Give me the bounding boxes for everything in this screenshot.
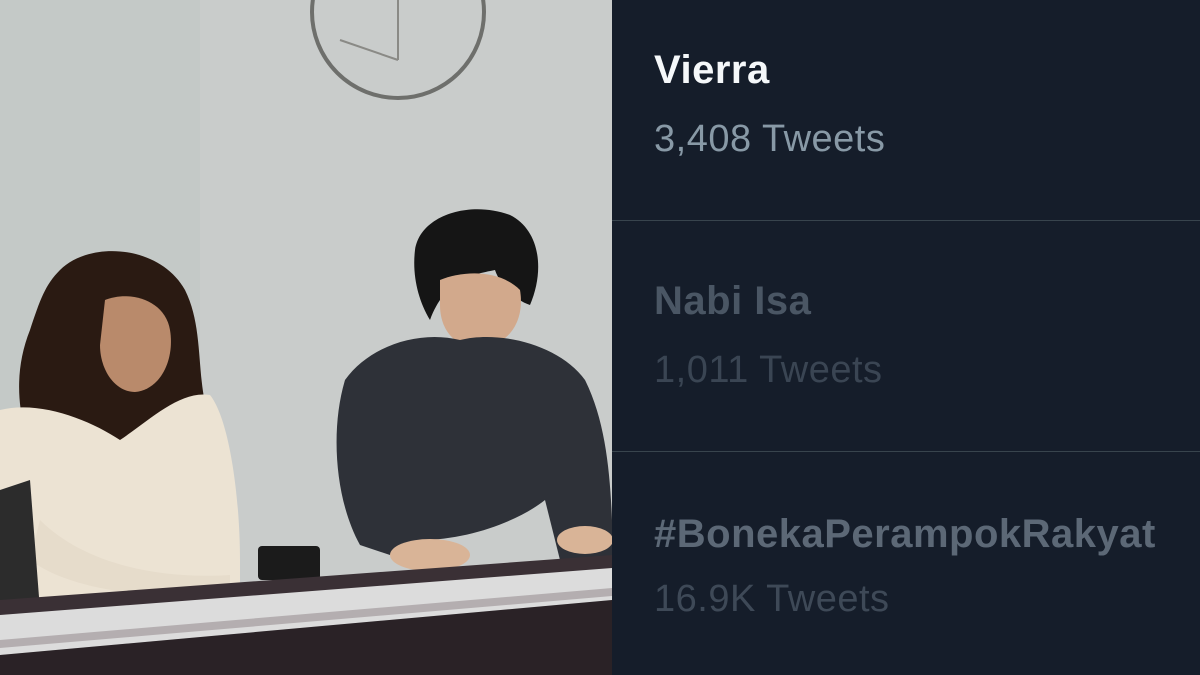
trend-item-nabi-isa[interactable]: Nabi Isa 1,011 Tweets	[612, 221, 1200, 451]
trend-tweet-count: 1,011 Tweets	[654, 349, 883, 391]
trend-tweet-count: 16.9K Tweets	[654, 578, 890, 620]
trends-list: Vierra 3,408 Tweets Nabi Isa 1,011 Tweet…	[612, 0, 1200, 675]
trend-name: Vierra	[654, 48, 770, 92]
trend-tweet-count: 3,408 Tweets	[654, 118, 886, 160]
phone	[258, 546, 320, 580]
singers-photo	[0, 0, 612, 675]
trend-item-boneka-perampok-rakyat[interactable]: #BonekaPerampokRakyat 16.9K Tweets	[612, 452, 1200, 675]
video-photo-panel	[0, 0, 612, 675]
screenshot-frame: Vierra 3,408 Tweets Nabi Isa 1,011 Tweet…	[0, 0, 1200, 675]
trend-item-vierra[interactable]: Vierra 3,408 Tweets	[612, 0, 1200, 220]
trend-name: #BonekaPerampokRakyat	[654, 512, 1156, 556]
trend-name: Nabi Isa	[654, 279, 812, 323]
